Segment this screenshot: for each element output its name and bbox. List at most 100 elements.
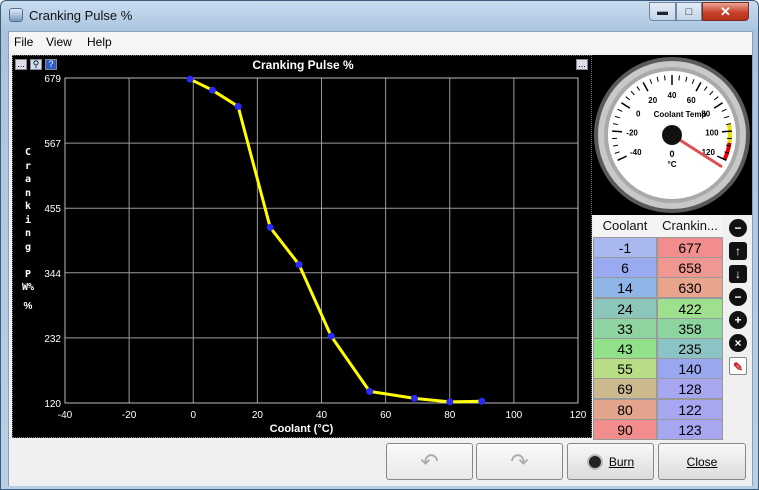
gauge-tick-label: -40: [630, 148, 642, 157]
coolant-cell[interactable]: 55: [593, 358, 657, 380]
cranking-cell[interactable]: 677: [657, 237, 723, 258]
chart-tools-icon[interactable]: ⚲: [30, 59, 42, 70]
menu-help[interactable]: Help: [87, 35, 112, 49]
x-tick-label: 0: [190, 410, 196, 421]
increment-icon[interactable]: +: [729, 311, 747, 329]
gauge-tick: [678, 75, 681, 81]
data-point: [266, 223, 274, 231]
series-line: [189, 77, 482, 404]
close-icon: ✕: [720, 3, 731, 19]
y-tick-label: 567: [44, 139, 61, 150]
cranking-cell[interactable]: 630: [657, 277, 723, 299]
x-tick-label: 80: [444, 410, 456, 421]
undo-icon: ↶: [420, 448, 439, 474]
cranking-cell[interactable]: 140: [657, 358, 723, 380]
app-icon: [9, 8, 23, 22]
x-tick-label: -40: [58, 410, 73, 421]
chart-menu-button[interactable]: ...: [576, 59, 588, 70]
title-bar[interactable]: Cranking Pulse % ▬ □ ✕: [1, 1, 758, 31]
gauge-tick-label: 60: [687, 96, 696, 105]
data-point: [186, 75, 194, 83]
coolant-gauge: -40 -20 0 20 40 60 80 100 120 Coolant Temp 0 °C: [592, 55, 752, 215]
redo-icon: ↷: [510, 448, 529, 474]
gauge-tick: [612, 130, 623, 133]
gauge-tick-label: 100: [705, 128, 719, 137]
x-axis-label: Coolant (°C): [270, 423, 334, 435]
gauge-tick-label: 20: [648, 96, 657, 105]
multiply-icon[interactable]: ×: [729, 334, 747, 352]
gauge-hub: [662, 125, 682, 145]
arrow-up-icon[interactable]: ↑: [729, 242, 747, 260]
gauge-tick-label: 0: [636, 110, 641, 119]
gauge-unit: °C: [668, 160, 677, 169]
side-panel: -40 -20 0 20 40 60 80 100 120 Coolant Temp 0 °C Coo…: [592, 55, 752, 440]
coolant-cell[interactable]: -1: [593, 237, 657, 258]
data-point: [327, 332, 335, 340]
burn-button[interactable]: Burn: [567, 443, 654, 480]
close-button[interactable]: Close: [658, 443, 746, 480]
burn-icon: [586, 453, 603, 470]
cranking-cell[interactable]: 122: [657, 398, 723, 420]
client-area: File View Help -40 -20 0 20 40 60 80 100 120 679 5…: [8, 31, 753, 486]
menu-file[interactable]: File: [14, 35, 33, 49]
data-point: [478, 397, 486, 405]
cranking-cell[interactable]: 422: [657, 297, 723, 319]
coolant-cell[interactable]: 24: [593, 297, 657, 319]
app-window: Cranking Pulse % ▬ □ ✕ File View Help -4…: [0, 0, 759, 490]
cranking-cell[interactable]: 358: [657, 317, 723, 339]
data-point: [366, 387, 374, 395]
coolant-cell[interactable]: 69: [593, 378, 657, 400]
x-tick-label: 120: [570, 410, 587, 421]
coolant-cell[interactable]: 14: [593, 277, 657, 299]
x-tick-label: 40: [316, 410, 328, 421]
gauge-tick: [721, 130, 732, 133]
y-axis-label: C r a n k i n g P W%: [21, 147, 35, 293]
x-tick-label: 60: [380, 410, 392, 421]
coolant-cell[interactable]: 6: [593, 257, 657, 279]
data-point: [295, 261, 303, 269]
menu-view[interactable]: View: [46, 35, 72, 49]
y-tick-label: 120: [44, 399, 61, 410]
cranking-cell[interactable]: 235: [657, 338, 723, 359]
coolant-cell[interactable]: 90: [593, 418, 657, 440]
help-button[interactable]: ?: [45, 59, 57, 70]
gauge-svg: -40-20020406080100120Coolant Temp0°C: [594, 57, 750, 213]
coolant-cell[interactable]: 33: [593, 317, 657, 339]
column-header-cranking[interactable]: Crankin...: [657, 215, 723, 237]
minus-icon[interactable]: −: [729, 219, 747, 237]
data-point: [446, 398, 454, 406]
x-tick-label: 20: [252, 410, 264, 421]
redo-button[interactable]: ↷: [476, 443, 563, 480]
cranking-cell[interactable]: 123: [657, 418, 723, 440]
gauge-tick-label: 40: [668, 91, 677, 100]
maximize-icon: □: [685, 5, 693, 18]
maximize-button[interactable]: □: [676, 2, 702, 21]
bottom-bar: ↶ ↷ Burn Close: [9, 440, 752, 486]
cranking-cell[interactable]: 128: [657, 378, 723, 400]
gauge-title: Coolant Temp: [654, 110, 707, 119]
coolant-cell[interactable]: 80: [593, 398, 657, 420]
close-window-button[interactable]: ✕: [702, 2, 749, 21]
data-point: [410, 394, 418, 402]
undo-button[interactable]: ↶: [386, 443, 473, 480]
gauge-warning-arc: [726, 123, 732, 144]
pencil-icon[interactable]: ✎: [729, 357, 747, 375]
data-point: [234, 102, 242, 110]
x-tick-label: -20: [122, 410, 137, 421]
data-point: [208, 86, 216, 94]
y-tick-label: 232: [44, 334, 61, 345]
y-tick-label: 455: [44, 204, 61, 215]
window-title: Cranking Pulse %: [29, 8, 133, 23]
chart-options-button[interactable]: ...: [15, 59, 27, 70]
minimize-icon: ▬: [657, 5, 668, 18]
minimize-button[interactable]: ▬: [649, 2, 676, 21]
y-tick-label: 679: [44, 74, 61, 85]
column-header-coolant[interactable]: Coolant: [593, 215, 657, 237]
y-axis-unit: %: [23, 301, 33, 312]
arrow-down-icon[interactable]: ↓: [729, 265, 747, 283]
decrement-icon[interactable]: −: [729, 288, 747, 306]
gauge-tick: [663, 75, 666, 81]
cranking-cell[interactable]: 658: [657, 257, 723, 279]
coolant-cell[interactable]: 43: [593, 338, 657, 359]
gauge-tick-label: -20: [626, 128, 638, 137]
